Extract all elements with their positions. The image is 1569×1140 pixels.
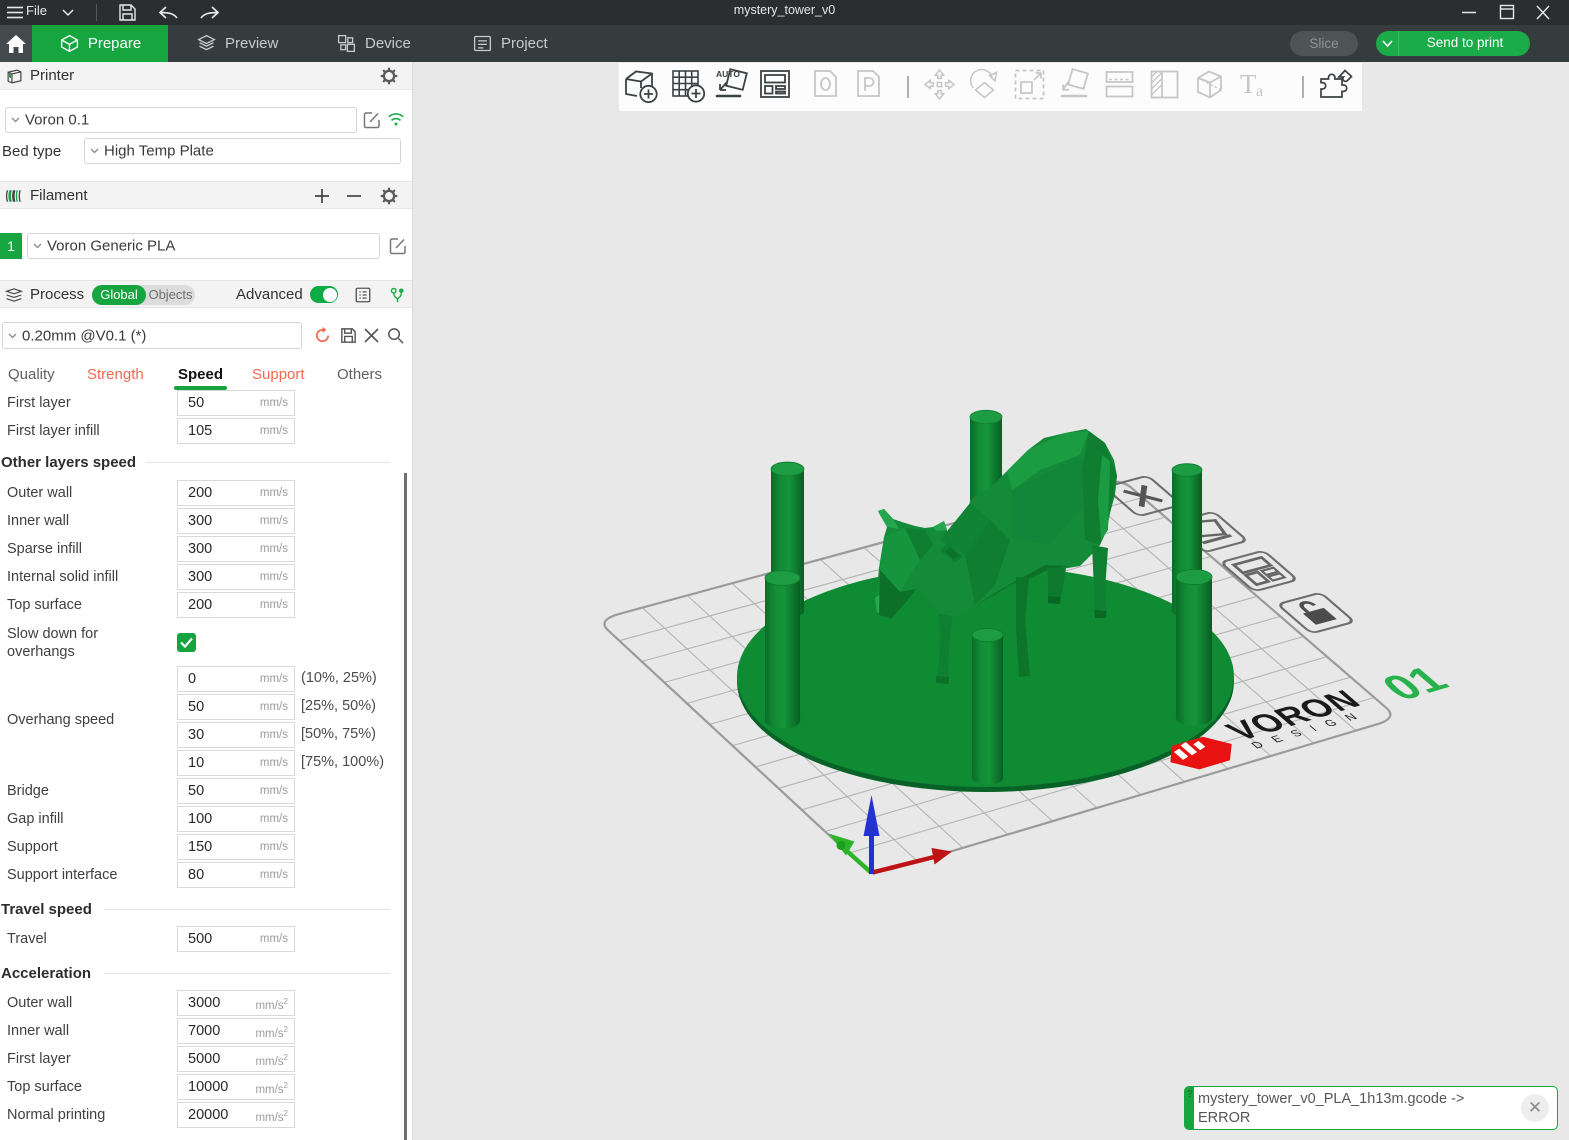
svg-text:a: a — [1256, 83, 1263, 100]
svg-text:T: T — [1240, 69, 1257, 99]
